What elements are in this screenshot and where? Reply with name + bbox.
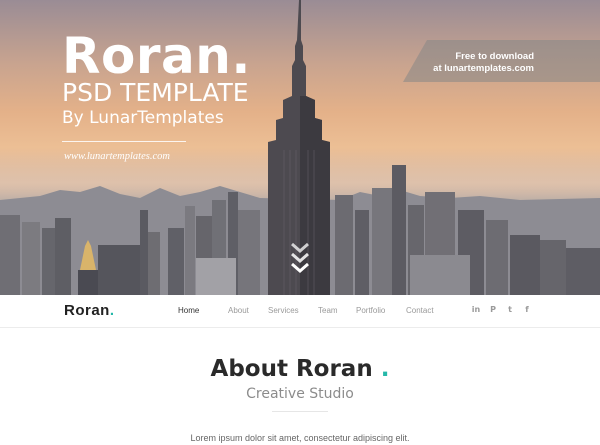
nav-team[interactable]: Team <box>318 306 356 315</box>
nav-portfolio[interactable]: Portfolio <box>356 306 406 315</box>
site-logo[interactable]: Roran. <box>64 302 115 319</box>
hero-subtitle: PSD TEMPLATE <box>62 78 249 107</box>
nav-services[interactable]: Services <box>268 306 318 315</box>
download-ribbon[interactable]: Free to download at lunartemplates.com <box>403 40 600 82</box>
nav-links: Home About Services Team Portfolio Conta… <box>178 306 446 315</box>
hero-banner: Roran. PSD TEMPLATE By LunarTemplates ww… <box>0 0 600 295</box>
facebook-icon[interactable]: f <box>522 305 532 315</box>
hero-divider <box>62 141 186 142</box>
about-divider <box>272 411 328 412</box>
double-chevron-down-icon[interactable] <box>289 238 311 274</box>
ribbon-line-1: Free to download <box>455 51 534 62</box>
social-links: in P t f <box>471 305 532 315</box>
nav-about[interactable]: About <box>228 306 268 315</box>
about-paragraph: Lorem ipsum dolor sit amet, consectetur … <box>190 433 410 443</box>
main-navbar: Roran. Home About Services Team Portfoli… <box>0 295 600 328</box>
hero-url-link[interactable]: www.lunartemplates.com <box>64 151 170 162</box>
pinterest-icon[interactable]: P <box>488 305 498 315</box>
about-subtitle: Creative Studio <box>246 386 354 402</box>
about-heading: About Roran . <box>0 356 600 382</box>
about-heading-dot: . <box>380 356 390 382</box>
logo-text: Roran <box>64 302 110 319</box>
twitter-icon[interactable]: t <box>505 305 515 315</box>
logo-dot: . <box>109 302 115 319</box>
nav-contact[interactable]: Contact <box>406 306 446 315</box>
hero-byline: By LunarTemplates <box>62 108 224 128</box>
about-heading-text: About Roran <box>210 356 373 382</box>
nav-home[interactable]: Home <box>178 306 228 315</box>
hero-title: Roran. <box>62 27 251 85</box>
linkedin-icon[interactable]: in <box>471 305 481 315</box>
ribbon-line-2: at lunartemplates.com <box>433 63 534 74</box>
